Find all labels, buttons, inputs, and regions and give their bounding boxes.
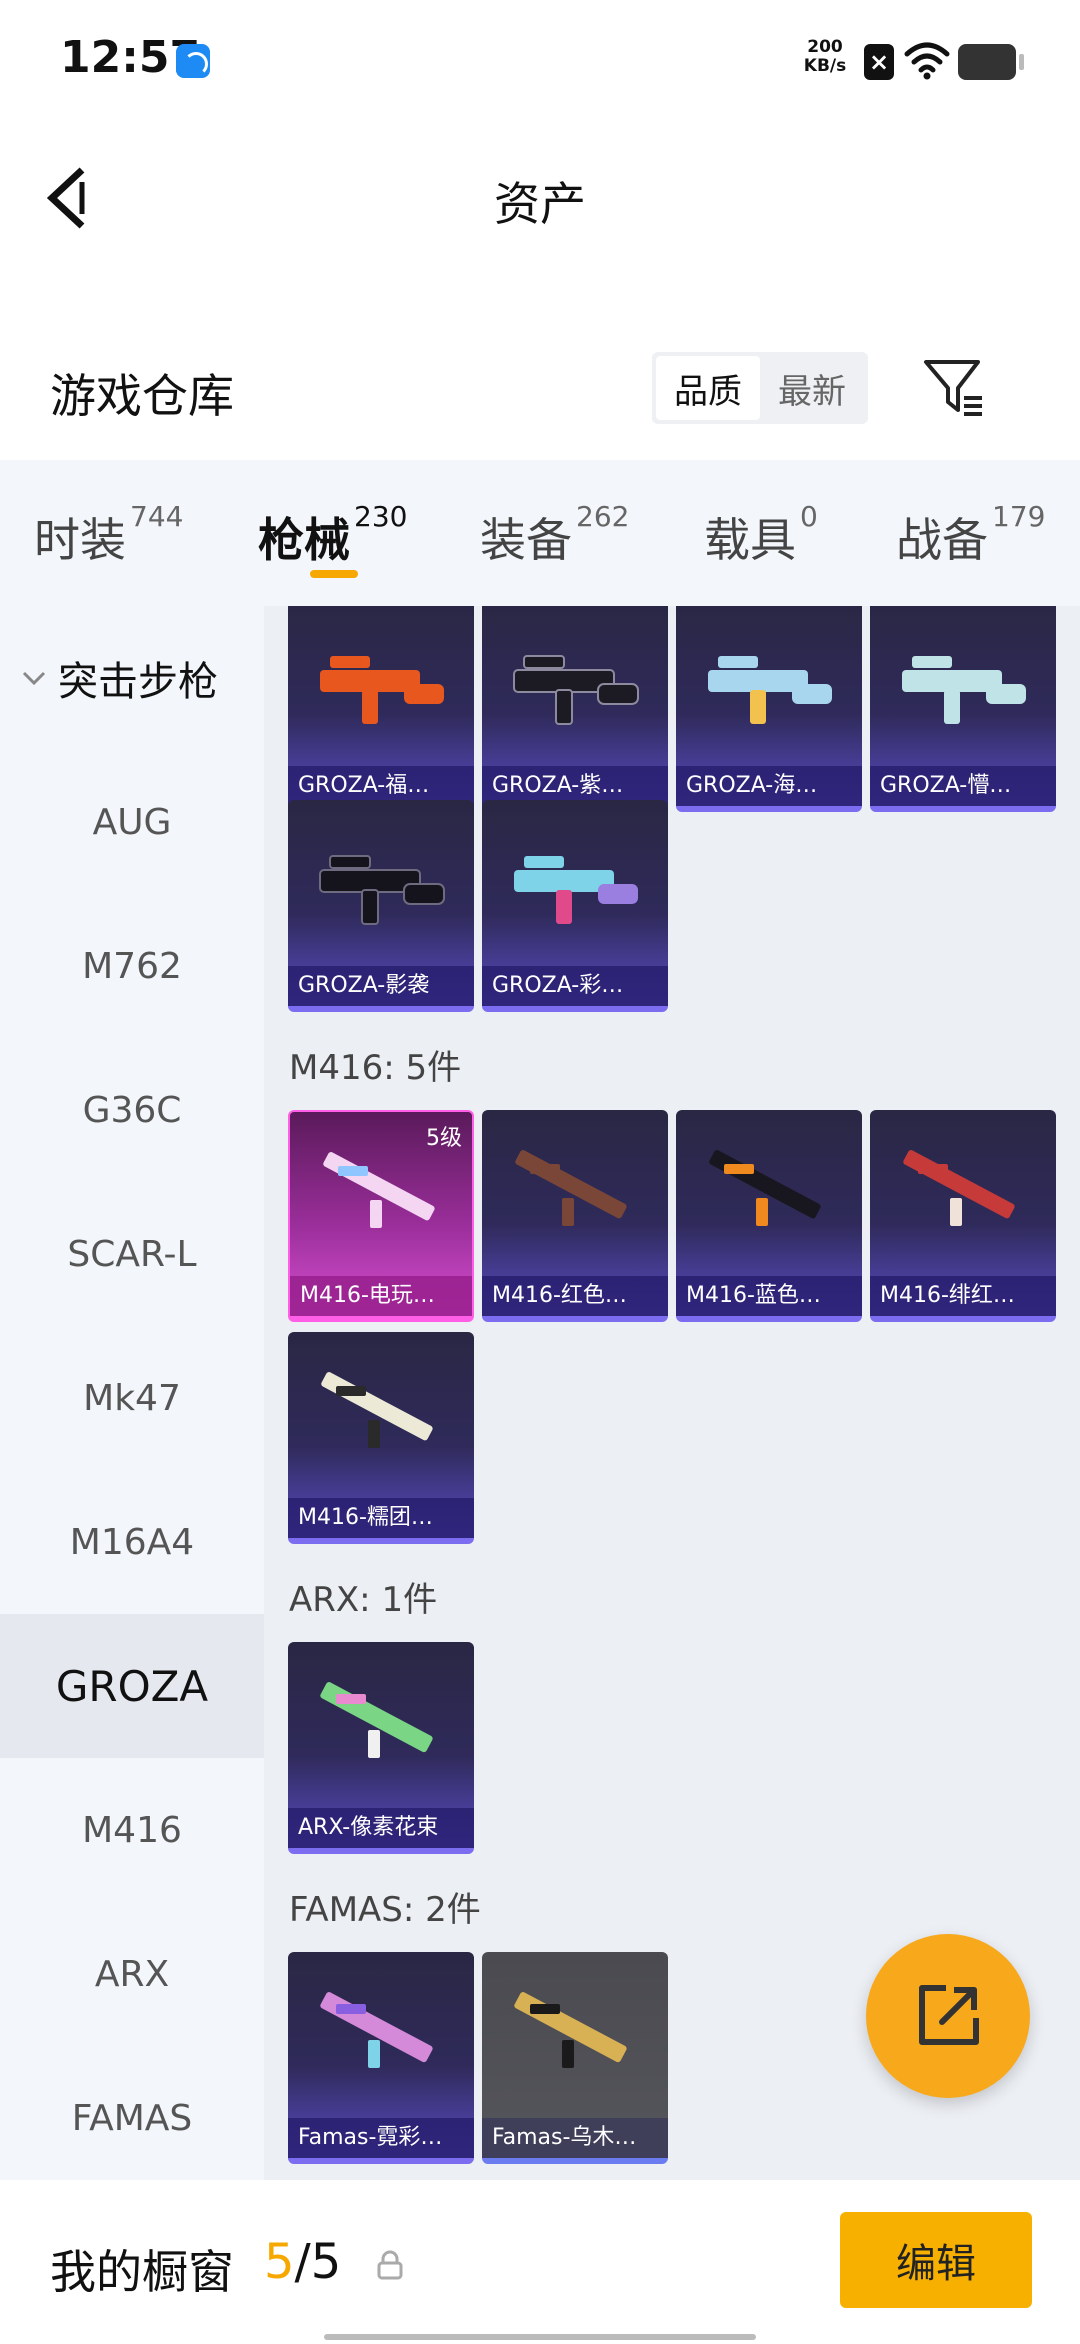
sidebar-item-scar-l[interactable]: SCAR-L xyxy=(0,1182,264,1326)
network-speed-value: 200 xyxy=(807,37,843,57)
tab-gear[interactable]: 战备 179 xyxy=(896,500,1045,570)
sidebar-item-aug[interactable]: AUG xyxy=(0,750,264,894)
sidebar-item-m416[interactable]: M416 xyxy=(0,1758,264,1902)
tab-count: 262 xyxy=(576,500,630,533)
sidebar-group-assault-rifle[interactable]: 突击步枪 xyxy=(0,606,264,750)
skin-card[interactable]: M416-蓝色… xyxy=(676,1110,862,1322)
weapon-image xyxy=(708,656,832,724)
app-notification-icon xyxy=(176,44,210,78)
network-speed-unit: KB/s xyxy=(803,56,847,76)
skin-card[interactable]: 5级 M416-电玩… xyxy=(288,1110,474,1322)
skin-name: GROZA-影袭 xyxy=(288,966,474,1006)
tab-count: 744 xyxy=(130,500,184,533)
sidebar-item-arx[interactable]: ARX xyxy=(0,1902,264,2046)
skin-card[interactable]: GROZA-海… xyxy=(676,606,862,812)
filter-icon[interactable] xyxy=(922,356,986,420)
skin-name: GROZA-彩… xyxy=(482,966,668,1006)
tab-count: 179 xyxy=(992,500,1046,533)
sidebar-item-g36c[interactable]: G36C xyxy=(0,1038,264,1182)
battery-icon xyxy=(958,44,1024,80)
weapon-image xyxy=(514,1992,627,2068)
skin-name: Famas-乌木… xyxy=(482,2118,668,2158)
sidebar-item-m762[interactable]: M762 xyxy=(0,894,264,1038)
tab-count: 230 xyxy=(354,500,408,533)
skin-card[interactable]: GROZA-彩… xyxy=(482,800,668,1012)
sidebar-item-m16a4[interactable]: M16A4 xyxy=(0,1470,264,1614)
weapon-image xyxy=(902,656,1026,724)
chevron-down-icon xyxy=(22,671,46,686)
no-sim-icon: × xyxy=(864,44,894,80)
showcase-title: 我的橱窗 xyxy=(50,2245,234,2299)
skin-card[interactable]: ARX-像素花束 xyxy=(288,1642,474,1854)
weapon-image xyxy=(323,1152,435,1228)
skin-card[interactable]: GROZA-懵… xyxy=(870,606,1056,812)
skin-card[interactable]: M416-红色… xyxy=(482,1110,668,1322)
warehouse-title: 游戏仓库 xyxy=(50,369,234,423)
tab-label: 枪械 xyxy=(258,513,350,567)
skin-name: Famas-霓彩… xyxy=(288,2118,474,2158)
tab-label: 时装 xyxy=(34,513,126,567)
skin-name: M416-红色… xyxy=(482,1276,668,1316)
tab-label: 装备 xyxy=(480,513,572,567)
sort-quality-option[interactable]: 品质 xyxy=(656,356,760,420)
tab-label: 战备 xyxy=(896,513,988,567)
showcase-count-current: 5 xyxy=(264,2234,295,2290)
weapon-type-sidebar: 突击步枪 AUG M762 G36C SCAR-L Mk47 M16A4 GRO… xyxy=(0,606,264,2180)
sort-toggle: 品质 最新 xyxy=(652,352,868,424)
weapon-image xyxy=(320,656,444,724)
skin-name: M416-糯团… xyxy=(288,1498,474,1538)
section-label-m416: M416: 5件 xyxy=(289,1048,462,1088)
weapon-image xyxy=(320,1992,433,2068)
share-button[interactable] xyxy=(866,1934,1030,2098)
skin-card[interactable]: M416-糯团… xyxy=(288,1332,474,1544)
sidebar-group-label: 突击步枪 xyxy=(58,659,218,705)
skin-card[interactable]: GROZA-影袭 xyxy=(288,800,474,1012)
sort-latest-option[interactable]: 最新 xyxy=(760,356,864,420)
weapon-image xyxy=(709,1150,821,1226)
skin-card[interactable]: M416-绯红… xyxy=(870,1110,1056,1322)
weapon-image xyxy=(320,1682,433,1758)
tab-outfits[interactable]: 时装 744 xyxy=(34,500,183,570)
section-label-arx: ARX: 1件 xyxy=(289,1580,438,1620)
wifi-icon xyxy=(904,42,950,80)
skin-name: GROZA-懵… xyxy=(870,766,1056,806)
sidebar-item-groza[interactable]: GROZA xyxy=(0,1614,264,1758)
share-icon xyxy=(919,1985,979,2045)
showcase-count: 5/5 xyxy=(264,2234,341,2290)
tab-vehicles[interactable]: 载具 0 xyxy=(704,500,818,570)
tab-weapons[interactable]: 枪械 230 xyxy=(258,500,407,570)
weapon-image xyxy=(321,1372,433,1448)
skin-name: M416-绯红… xyxy=(870,1276,1056,1316)
network-speed: 200 KB/s xyxy=(800,38,850,76)
tab-label: 载具 xyxy=(704,513,796,567)
sidebar-item-famas[interactable]: FAMAS xyxy=(0,2046,264,2180)
lock-icon xyxy=(377,2250,403,2280)
weapon-image xyxy=(903,1150,1015,1226)
edit-button[interactable]: 编辑 xyxy=(840,2212,1032,2308)
showcase-bar: 我的橱窗 5/5 编辑 xyxy=(0,2180,1080,2344)
skin-card[interactable]: Famas-乌木… xyxy=(482,1952,668,2164)
active-tab-indicator xyxy=(310,570,358,578)
skin-card[interactable]: GROZA-紫… xyxy=(482,606,668,812)
skin-card[interactable]: GROZA-福… xyxy=(288,606,474,812)
category-tabs: 时装 744 枪械 230 装备 262 载具 0 战备 179 xyxy=(0,460,1080,606)
showcase-count-separator: / xyxy=(294,2234,311,2290)
tab-count: 0 xyxy=(800,500,818,533)
tab-equipment[interactable]: 装备 262 xyxy=(480,500,629,570)
status-bar: 12:57 200 KB/s × xyxy=(0,0,1080,120)
showcase-count-total: 5 xyxy=(310,2234,342,2290)
skin-card[interactable]: Famas-霓彩… xyxy=(288,1952,474,2164)
skin-name: GROZA-海… xyxy=(676,766,862,806)
weapon-image xyxy=(319,855,445,925)
sidebar-item-mk47[interactable]: Mk47 xyxy=(0,1326,264,1470)
weapon-image xyxy=(514,856,638,924)
page-title: 资产 xyxy=(494,177,586,231)
weapon-image xyxy=(513,655,639,725)
section-label-famas: FAMAS: 2件 xyxy=(289,1890,481,1930)
home-indicator[interactable] xyxy=(324,2334,756,2340)
weapon-image xyxy=(515,1150,627,1226)
skin-name: M416-蓝色… xyxy=(676,1276,862,1316)
skin-name: M416-电玩… xyxy=(290,1276,472,1316)
skin-name: ARX-像素花束 xyxy=(288,1808,474,1848)
